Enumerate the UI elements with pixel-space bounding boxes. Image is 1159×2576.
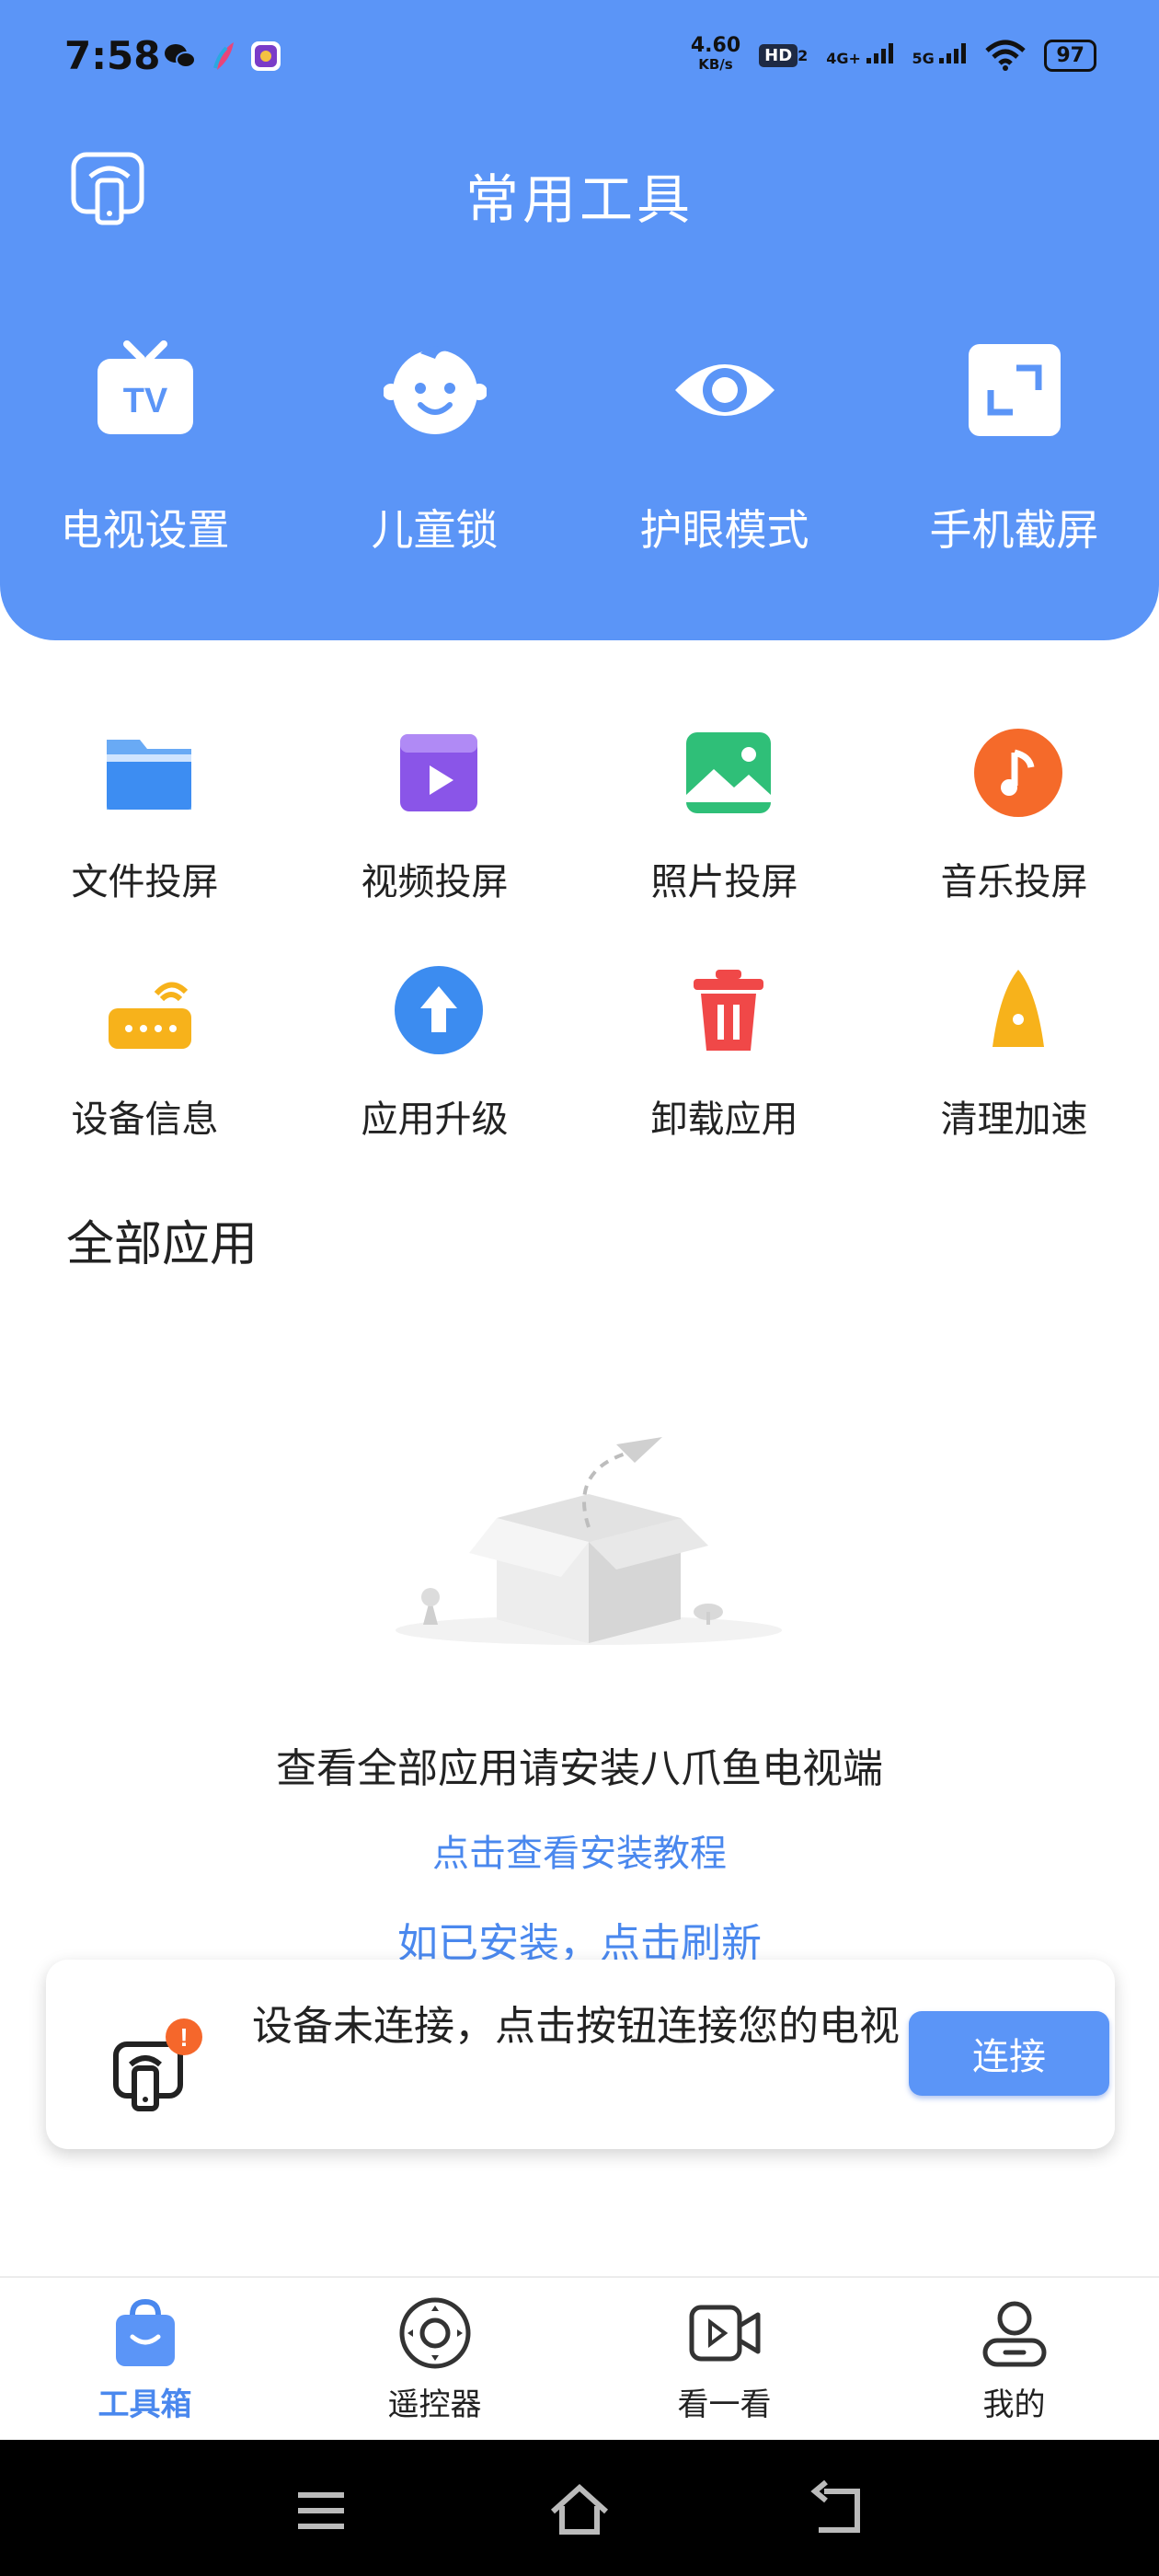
tool-label: 文件投屏 <box>71 861 219 903</box>
wifi-icon <box>985 40 1027 71</box>
status-bar: 7:58 4.60 KB/s HD 2 4G+ 5G 97 <box>0 0 1159 120</box>
tool-tv-settings[interactable]: TV 电视设置 <box>0 339 290 569</box>
battery-icon: 97 <box>1044 39 1096 72</box>
tool-label: 卸载应用 <box>650 1098 798 1141</box>
system-nav-bar <box>0 2440 1159 2576</box>
tool-music-cast[interactable]: 音乐投屏 <box>869 727 1159 964</box>
menu-icon[interactable] <box>289 2478 353 2543</box>
tab-watch[interactable]: 看一看 <box>580 2278 869 2440</box>
game-app-icon <box>251 41 281 71</box>
toolbox-bag-icon <box>116 2298 175 2366</box>
tool-label: 照片投屏 <box>650 861 798 903</box>
net-speed: 4.60 KB/s <box>690 34 741 74</box>
folder-icon <box>107 740 191 810</box>
tab-profile[interactable]: 我的 <box>869 2278 1159 2440</box>
tool-uninstall-app[interactable]: 卸载应用 <box>580 964 869 1202</box>
page-title: 常用工具 <box>465 168 694 231</box>
nav-label: 遥控器 <box>387 2386 482 2423</box>
connect-message: 设备未连接，点击按钮连接您的电视 <box>252 2003 900 2050</box>
install-tutorial-link[interactable]: 点击查看安装教程 <box>0 1823 1159 1877</box>
wechat-icon <box>165 44 196 68</box>
tool-label: 视频投屏 <box>361 861 509 903</box>
feather-app-icon <box>213 42 234 70</box>
cast-phone-icon: ! <box>113 2018 202 2111</box>
svg-text:TV: TV <box>123 382 168 420</box>
tool-photo-cast[interactable]: 照片投屏 <box>580 727 869 964</box>
tool-label: 清理加速 <box>940 1098 1088 1141</box>
video-icon <box>400 734 477 811</box>
home-icon[interactable] <box>547 2478 612 2543</box>
nav-label: 工具箱 <box>98 2386 192 2423</box>
nav-label: 看一看 <box>677 2386 772 2423</box>
status-time: 7:58 <box>64 33 161 78</box>
tool-cleanup[interactable]: 清理加速 <box>869 964 1159 1202</box>
back-icon[interactable] <box>806 2478 870 2543</box>
trash-icon <box>694 970 763 1051</box>
tool-child-lock[interactable]: 儿童锁 <box>290 339 580 569</box>
signal-5g-icon: 5G <box>912 43 968 67</box>
upgrade-icon <box>395 966 483 1054</box>
tools-row: 文件投屏 视频投屏 照片投屏 音乐投屏 <box>0 727 1159 964</box>
tool-label: 设备信息 <box>71 1098 219 1141</box>
tool-label: 儿童锁 <box>371 505 499 555</box>
video-camera-icon <box>689 2305 761 2362</box>
tool-screenshot[interactable]: 手机截屏 <box>869 339 1159 569</box>
profile-icon <box>982 2301 1047 2367</box>
tool-label: 手机截屏 <box>929 505 1099 555</box>
eye-icon <box>675 364 775 416</box>
tool-video-cast[interactable]: 视频投屏 <box>290 727 580 964</box>
all-apps-title: 全部应用 <box>66 1217 258 1272</box>
tools-grid: 文件投屏 视频投屏 照片投屏 音乐投屏 设备信息 应用升级 卸载应用 清理加速 <box>0 727 1159 1202</box>
photo-icon <box>686 732 771 813</box>
remote-dpad-icon <box>399 2297 471 2369</box>
empty-state-message: 查看全部应用请安装八爪鱼电视端 <box>276 1745 883 1792</box>
rocket-icon <box>993 970 1044 1047</box>
tool-label: 护眼模式 <box>639 505 809 555</box>
tool-label: 音乐投屏 <box>940 861 1088 903</box>
status-right-cluster: 4.60 KB/s HD 2 4G+ 5G 97 <box>690 34 1096 74</box>
empty-box-illustration <box>396 1437 782 1645</box>
tool-device-info[interactable]: 设备信息 <box>0 964 290 1202</box>
tool-label: 电视设置 <box>60 505 230 555</box>
connect-card: ! 设备未连接，点击按钮连接您的电视 连接 <box>46 1960 1115 2149</box>
hd-badge: HD 2 <box>759 43 808 67</box>
tv-icon: TV <box>98 340 193 434</box>
tool-app-upgrade[interactable]: 应用升级 <box>290 964 580 1202</box>
header-panel: 7:58 4.60 KB/s HD 2 4G+ 5G 97 常用工具 TV 电视… <box>0 0 1159 640</box>
top-tools-row: TV 电视设置 儿童锁 护眼模式 手机截屏 <box>0 339 1159 569</box>
nav-label: 我的 <box>982 2386 1046 2423</box>
tools-row: 设备信息 应用升级 卸载应用 清理加速 <box>0 964 1159 1202</box>
status-app-icons <box>164 40 281 72</box>
tab-remote[interactable]: 遥控器 <box>290 2278 580 2440</box>
music-icon <box>974 729 1062 817</box>
tool-eye-protection[interactable]: 护眼模式 <box>580 339 869 569</box>
tool-file-cast[interactable]: 文件投屏 <box>0 727 290 964</box>
router-icon <box>109 982 191 1049</box>
screenshot-icon <box>969 344 1061 436</box>
tab-toolbox[interactable]: 工具箱 <box>0 2278 290 2440</box>
signal-4g-icon: 4G+ <box>826 43 893 67</box>
tool-label: 应用升级 <box>361 1098 509 1141</box>
alert-badge: ! <box>179 2023 188 2052</box>
bottom-nav: 工具箱 遥控器 看一看 我的 <box>0 2276 1159 2440</box>
connect-button[interactable]: 连接 <box>909 2011 1109 2096</box>
baby-face-icon <box>384 346 487 434</box>
